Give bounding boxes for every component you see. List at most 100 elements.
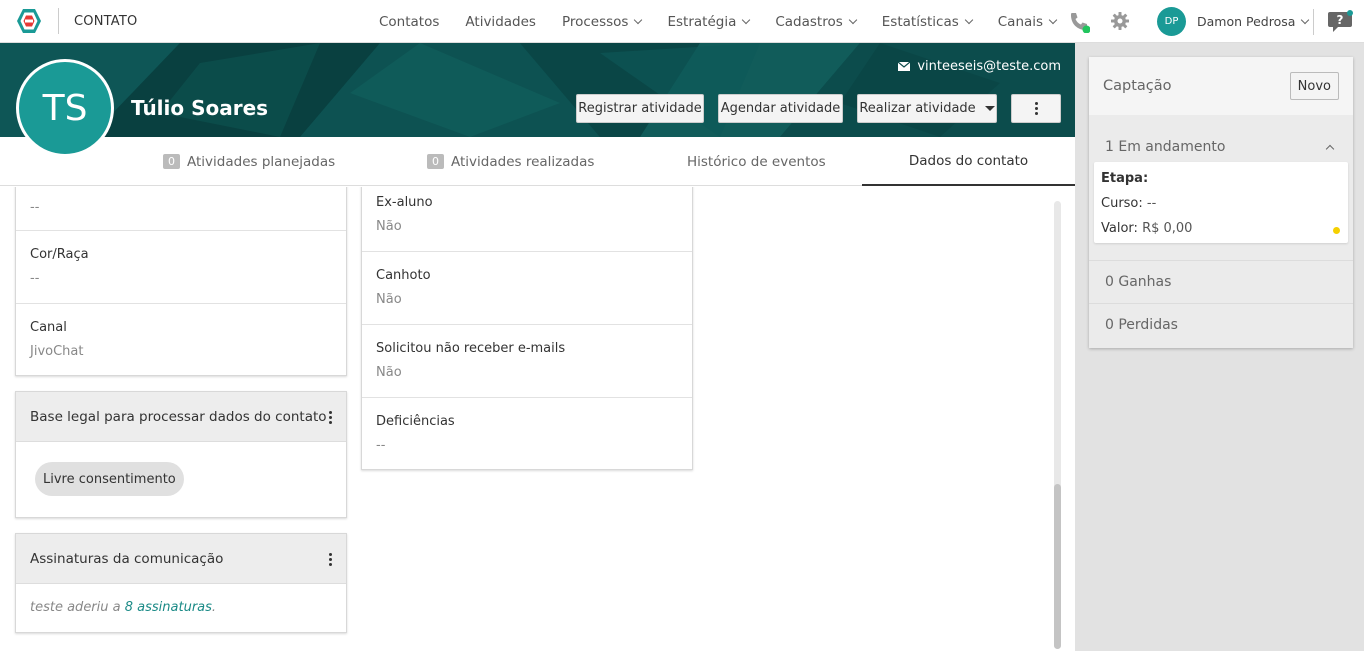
tab-label: Atividades realizadas [451, 153, 595, 170]
nav-label: Estratégia [667, 13, 737, 30]
perform-activity-label: Realizar atividade [859, 101, 976, 116]
nav-estatisticas[interactable]: Estatísticas [881, 13, 973, 30]
more-options-button[interactable] [1011, 94, 1061, 123]
contact-tabs: 0 Atividades planejadas 0 Atividades rea… [0, 137, 1075, 186]
app-logo[interactable] [14, 6, 44, 36]
in-progress-section[interactable]: 1 Em andamento [1089, 129, 1353, 165]
tab-label: Atividades planejadas [187, 153, 336, 170]
field-label: Solicitou não receber e-mails [376, 341, 566, 356]
field-label: Deficiências [376, 414, 455, 429]
card-header: Assinaturas da comunicação [16, 534, 346, 584]
caret-down-icon [984, 106, 995, 111]
main-menu: Contatos Atividades Processos Estratégia… [366, 0, 1069, 43]
nav-cadastros[interactable]: Cadastros [775, 13, 858, 30]
subscriptions-prefix: teste aderiu a [30, 600, 125, 615]
help-icon[interactable]: ? [1327, 10, 1353, 34]
scrollbar-thumb[interactable] [1054, 484, 1061, 649]
card-menu-icon[interactable] [329, 553, 332, 566]
perform-activity-button[interactable]: Realizar atividade [857, 94, 997, 123]
card-title: Assinaturas da comunicação [30, 550, 224, 567]
won-section[interactable]: 0 Ganhas [1089, 261, 1353, 303]
field-value: Não [376, 292, 402, 307]
contact-name: Túlio Soares [131, 96, 269, 120]
nav-divider [1313, 9, 1314, 35]
gear-icon[interactable] [1110, 11, 1130, 31]
deal-course-value: -- [1146, 196, 1157, 211]
legal-basis-chip[interactable]: Livre consentimento [35, 462, 184, 496]
tab-label: Dados do contato [908, 152, 1029, 169]
nav-label: Processos [561, 13, 629, 30]
top-navbar: CONTATO Contatos Atividades Processos Es… [0, 0, 1364, 43]
user-name: Damon Pedrosa [1197, 14, 1296, 29]
deal-value-label: Valor: [1101, 221, 1138, 236]
in-progress-label: 1 Em andamento [1105, 139, 1226, 155]
legal-basis-card: Base legal para processar dados do conta… [15, 391, 347, 518]
logo-divider [58, 8, 59, 34]
nav-atividades[interactable]: Atividades [465, 14, 536, 30]
pipeline-panel: Captação Novo 1 Em andamento Etapa: Curs… [1075, 43, 1364, 651]
left-fields-card: -- Cor/Raça -- Canal JivoChat [15, 187, 347, 376]
nav-label: Cadastros [775, 13, 843, 30]
lost-label: 0 Perdidas [1105, 317, 1178, 333]
kebab-dot [1034, 107, 1038, 110]
field-item: Ex-aluno Não [362, 187, 692, 252]
deal-value: Valor: R$ 0,00 [1101, 221, 1192, 236]
new-deal-button[interactable]: Novo [1289, 72, 1339, 100]
field-item: Deficiências -- [362, 398, 692, 470]
chevron-down-icon [634, 15, 643, 25]
tab-done-activities[interactable]: 0 Atividades realizadas [427, 137, 594, 186]
chevron-down-icon [1048, 15, 1058, 25]
schedule-activity-button[interactable]: Agendar atividade [718, 94, 843, 123]
card-menu-icon[interactable] [329, 411, 332, 424]
tab-label: Histórico de eventos [687, 153, 826, 170]
tab-count-badge: 0 [163, 154, 180, 169]
contact-email[interactable]: vinteeseis@teste.com [898, 59, 1061, 74]
user-avatar[interactable]: DP [1157, 7, 1186, 36]
card-body: Livre consentimento [16, 442, 346, 517]
pipeline-title: Captação [1103, 78, 1172, 94]
user-menu[interactable]: Damon Pedrosa [1197, 14, 1310, 29]
nav-estrategia[interactable]: Estratégia [667, 13, 751, 30]
deal-status-dot [1333, 227, 1340, 234]
nav-contatos[interactable]: Contatos [379, 14, 439, 30]
deal-course: Curso: -- [1101, 196, 1156, 211]
card-body: teste aderiu a 8 assinaturas. [16, 584, 346, 632]
field-value: -- [376, 438, 386, 453]
kebab-dot [1034, 102, 1038, 105]
phone-icon[interactable] [1068, 11, 1091, 34]
register-activity-button[interactable]: Registrar atividade [576, 94, 704, 123]
field-item: Canal JivoChat [16, 304, 346, 377]
tab-event-history[interactable]: Histórico de eventos [687, 137, 826, 186]
nav-canais[interactable]: Canais [997, 13, 1058, 30]
won-label: 0 Ganhas [1105, 274, 1172, 290]
card-header: Base legal para processar dados do conta… [16, 392, 346, 442]
content-scrollbar[interactable] [1054, 201, 1061, 649]
field-label: Ex-aluno [376, 195, 433, 210]
field-value: -- [30, 271, 40, 286]
field-value: -- [30, 200, 40, 215]
field-value: Não [376, 219, 402, 234]
nav-label: Estatísticas [881, 13, 959, 30]
subscriptions-text: teste aderiu a 8 assinaturas. [30, 600, 216, 615]
chevron-down-icon [1301, 15, 1310, 25]
chevron-down-icon [848, 15, 858, 25]
deal-card[interactable]: Etapa: Curso: -- Valor: R$ 0,00 [1094, 162, 1348, 243]
nav-processos[interactable]: Processos [561, 13, 643, 30]
pipeline-header: Captação Novo [1089, 57, 1353, 115]
deal-stage-label: Etapa: [1101, 171, 1149, 186]
chevron-down-icon [742, 15, 751, 25]
subscriptions-card: Assinaturas da comunicação teste aderiu … [15, 533, 347, 633]
card-title: Base legal para processar dados do conta… [30, 408, 327, 425]
tab-planned-activities[interactable]: 0 Atividades planejadas [163, 137, 335, 186]
nav-label: Canais [997, 13, 1044, 30]
email-text: vinteeseis@teste.com [917, 59, 1061, 74]
subscriptions-link[interactable]: 8 assinaturas [125, 600, 212, 615]
svg-text:?: ? [1337, 13, 1344, 27]
field-item: Cor/Raça -- [16, 231, 346, 304]
contact-avatar: TS [16, 59, 114, 157]
field-item: Solicitou não receber e-mails Não [362, 325, 692, 398]
tab-contact-data[interactable]: Dados do contato [862, 137, 1075, 186]
lost-section[interactable]: 0 Perdidas [1089, 304, 1353, 346]
field-item: -- [16, 187, 346, 231]
field-item: Canhoto Não [362, 252, 692, 325]
